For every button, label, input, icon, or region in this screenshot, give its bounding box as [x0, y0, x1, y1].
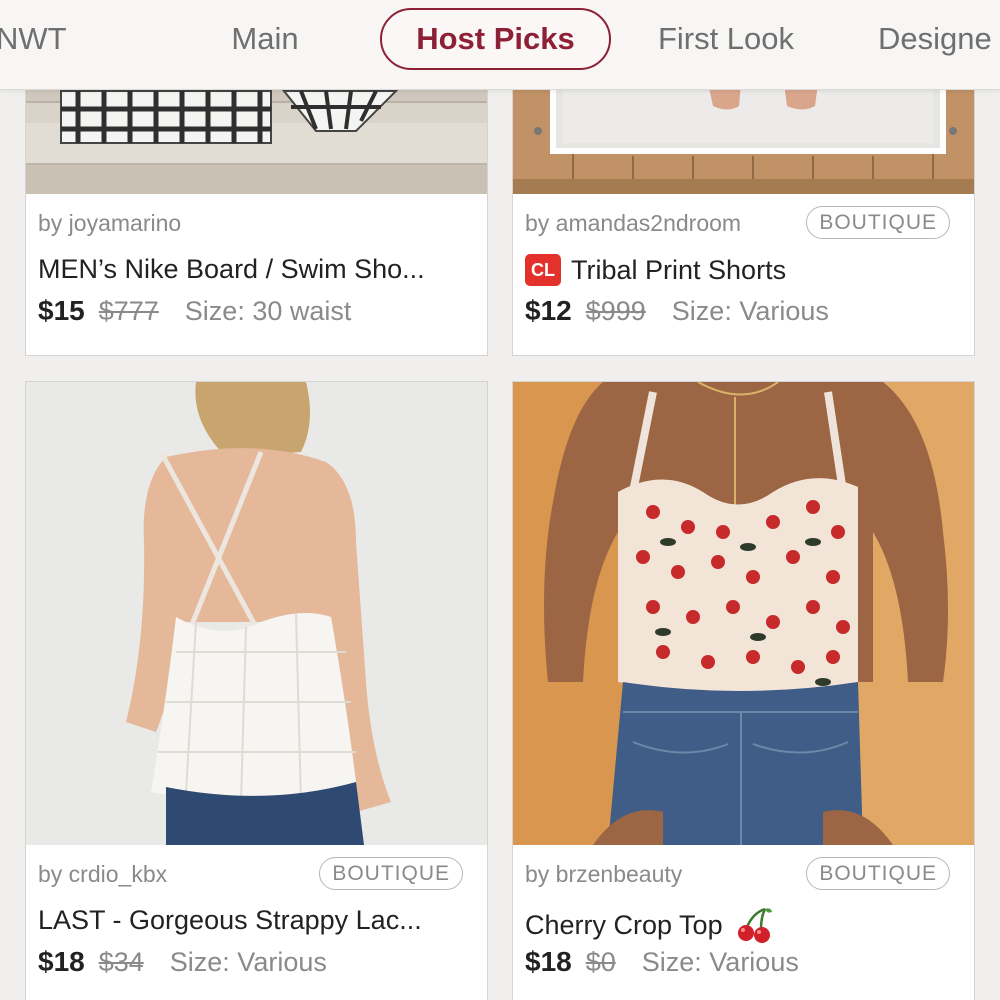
boutique-badge: BOUTIQUE — [319, 857, 463, 890]
listing-price: $15 — [38, 295, 85, 326]
original-price: $34 — [98, 947, 144, 977]
listing-price: $18 — [525, 946, 572, 977]
tab-designer[interactable]: Designe — [878, 8, 1000, 70]
listing-size: Size: 30 waist — [184, 296, 352, 326]
original-price: $0 — [585, 947, 616, 977]
seller-username[interactable]: by brzenbeauty — [525, 861, 682, 888]
closet-lead-icon: CL — [525, 254, 561, 286]
price-row: $15 $777 Size: 30 waist — [38, 295, 351, 327]
cherry-emoji-icon — [737, 907, 772, 943]
boutique-badge: BOUTIQUE — [806, 206, 950, 239]
original-price: $999 — [585, 296, 646, 326]
listing-card[interactable]: by joyamarino MEN’s Nike Board / Swim Sh… — [25, 60, 488, 356]
listing-price: $12 — [525, 295, 572, 326]
listing-title-text[interactable]: LAST - Gorgeous Strappy Lac... — [38, 905, 422, 936]
boutique-badge: BOUTIQUE — [806, 857, 950, 890]
listing-title-text[interactable]: MEN’s Nike Board / Swim Sho... — [38, 254, 425, 285]
seller-username[interactable]: by amandas2ndroom — [525, 210, 741, 237]
listing-photo[interactable] — [513, 382, 974, 845]
listing-size: Size: Various — [169, 947, 327, 977]
listing-photo[interactable] — [26, 382, 487, 845]
listing-title-text[interactable]: Tribal Print Shorts — [571, 255, 786, 286]
category-tab-bar: NWT Main Host Picks First Look Designe — [0, 0, 1000, 90]
price-row: $18 $34 Size: Various — [38, 946, 327, 978]
tab-main[interactable]: Main — [220, 8, 310, 70]
listing-title[interactable]: LAST - Gorgeous Strappy Lac... — [38, 905, 477, 936]
tab-host-picks[interactable]: Host Picks — [380, 8, 611, 70]
seller-username[interactable]: by joyamarino — [38, 210, 181, 237]
tab-nwt[interactable]: NWT — [0, 8, 76, 70]
listing-size: Size: Various — [671, 296, 829, 326]
listing-price: $18 — [38, 946, 85, 977]
tab-first-look[interactable]: First Look — [642, 8, 810, 70]
listing-title[interactable]: CL Tribal Print Shorts — [525, 254, 964, 286]
listing-size: Size: Various — [641, 947, 799, 977]
listing-card[interactable]: by crdio_kbx BOUTIQUE LAST - Gorgeous St… — [25, 381, 488, 1000]
listing-title-text[interactable]: Cherry Crop Top — [525, 910, 723, 941]
listing-card[interactable]: by amandas2ndroom BOUTIQUE CL Tribal Pri… — [512, 60, 975, 356]
price-row: $18 $0 Size: Various — [525, 946, 799, 978]
listing-card[interactable]: by brzenbeauty BOUTIQUE Cherry Crop Top … — [512, 381, 975, 1000]
seller-username[interactable]: by crdio_kbx — [38, 861, 167, 888]
listing-title[interactable]: MEN’s Nike Board / Swim Sho... — [38, 254, 477, 285]
original-price: $777 — [98, 296, 159, 326]
listing-title[interactable]: Cherry Crop Top — [525, 905, 964, 945]
price-row: $12 $999 Size: Various — [525, 295, 829, 327]
